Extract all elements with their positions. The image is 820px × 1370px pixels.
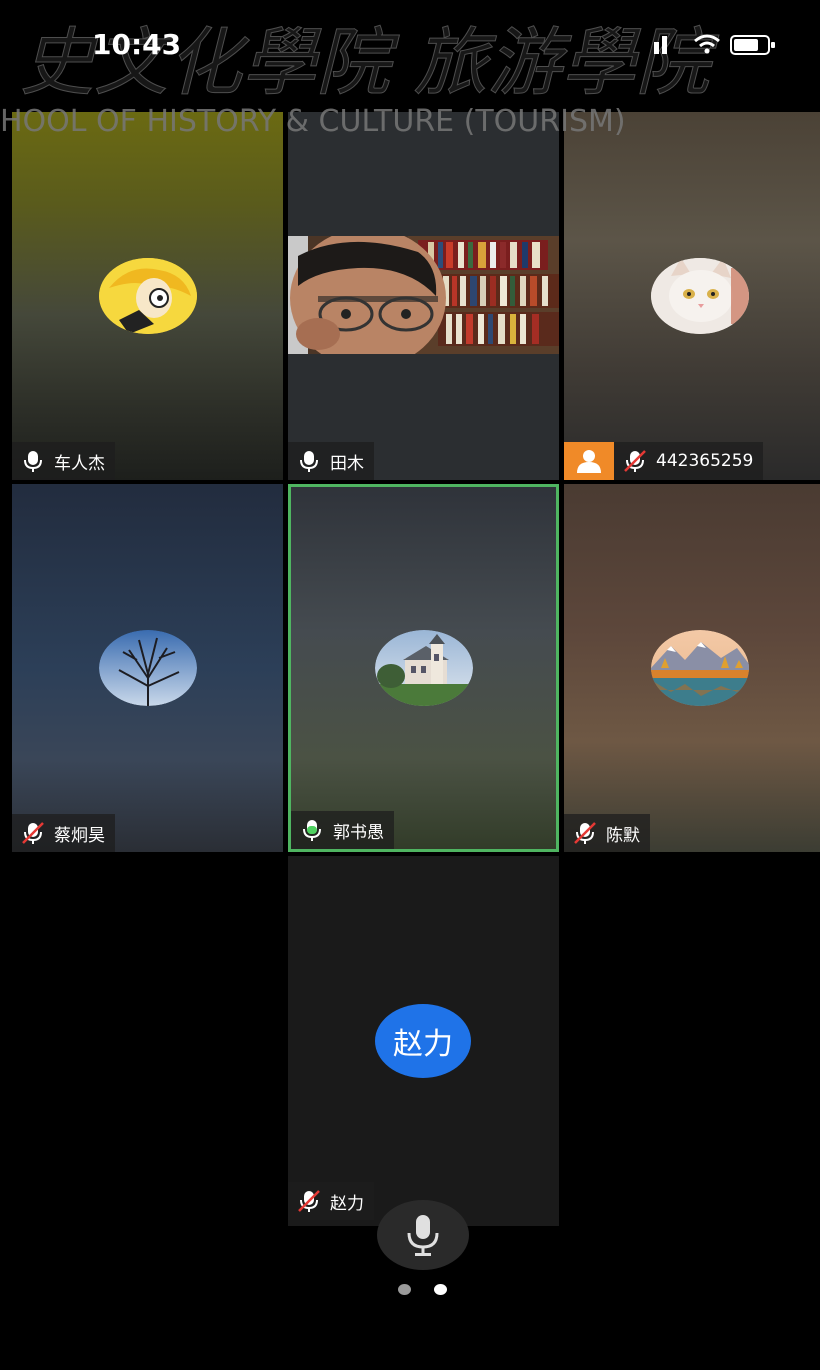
microphone-icon (407, 1215, 439, 1256)
participant-name: 车人杰 (54, 453, 105, 474)
participant-name: 郭书愚 (333, 822, 384, 843)
participant-name-tag: 赵力 (288, 1182, 374, 1220)
participant-tile-6[interactable]: 陈默 (564, 484, 820, 852)
participant-tile-7[interactable]: 赵力 赵力 (288, 856, 559, 1226)
page-dot-1[interactable] (398, 1284, 411, 1295)
participant-tile-5-active[interactable]: 郭书愚 (288, 484, 559, 852)
participant-video (288, 236, 559, 354)
person-icon (577, 450, 601, 473)
participant-avatar (651, 630, 749, 706)
microphone-button[interactable] (377, 1200, 469, 1270)
status-time: 10:43 (92, 28, 182, 61)
mic-muted-icon (624, 450, 646, 472)
participant-tile-1[interactable]: 车人杰 (12, 112, 283, 480)
participant-name-tag: 陈默 (564, 814, 650, 852)
participant-avatar (651, 258, 749, 334)
mic-muted-icon (298, 1190, 320, 1212)
participant-name: 442365259 (656, 451, 754, 471)
participant-avatar (375, 630, 473, 706)
participant-name-tag: 郭书愚 (291, 811, 394, 849)
mic-muted-icon (22, 822, 44, 844)
participant-avatar (99, 258, 197, 334)
microphone-speaking-icon (303, 820, 321, 841)
participant-name-tag: 蔡炯昊 (12, 814, 115, 852)
participant-tile-2[interactable]: 田木 (288, 112, 559, 480)
microphone-icon (300, 451, 318, 472)
status-bar: 10:43 (0, 24, 820, 74)
participant-name: 赵力 (330, 1193, 364, 1214)
wifi-icon (694, 34, 720, 54)
battery-icon (730, 35, 775, 55)
page-indicator (398, 1284, 450, 1298)
participant-avatar (99, 630, 197, 706)
participant-name-tag: 田木 (288, 442, 374, 480)
page-dot-2-active[interactable] (434, 1284, 447, 1295)
mic-muted-icon (574, 822, 596, 844)
participant-initials-avatar: 赵力 (375, 1004, 471, 1078)
participant-tile-3[interactable]: 442365259 (564, 112, 820, 480)
participant-name-tag: 车人杰 (12, 442, 115, 480)
participant-name: 陈默 (606, 825, 640, 846)
participant-name: 蔡炯昊 (54, 825, 105, 846)
signal-icon (654, 36, 667, 54)
participant-tile-4[interactable]: 蔡炯昊 (12, 484, 283, 852)
participant-name-tag: 442365259 (614, 442, 764, 480)
participant-name: 田木 (330, 453, 364, 474)
host-badge (564, 442, 614, 480)
microphone-icon (24, 451, 42, 472)
